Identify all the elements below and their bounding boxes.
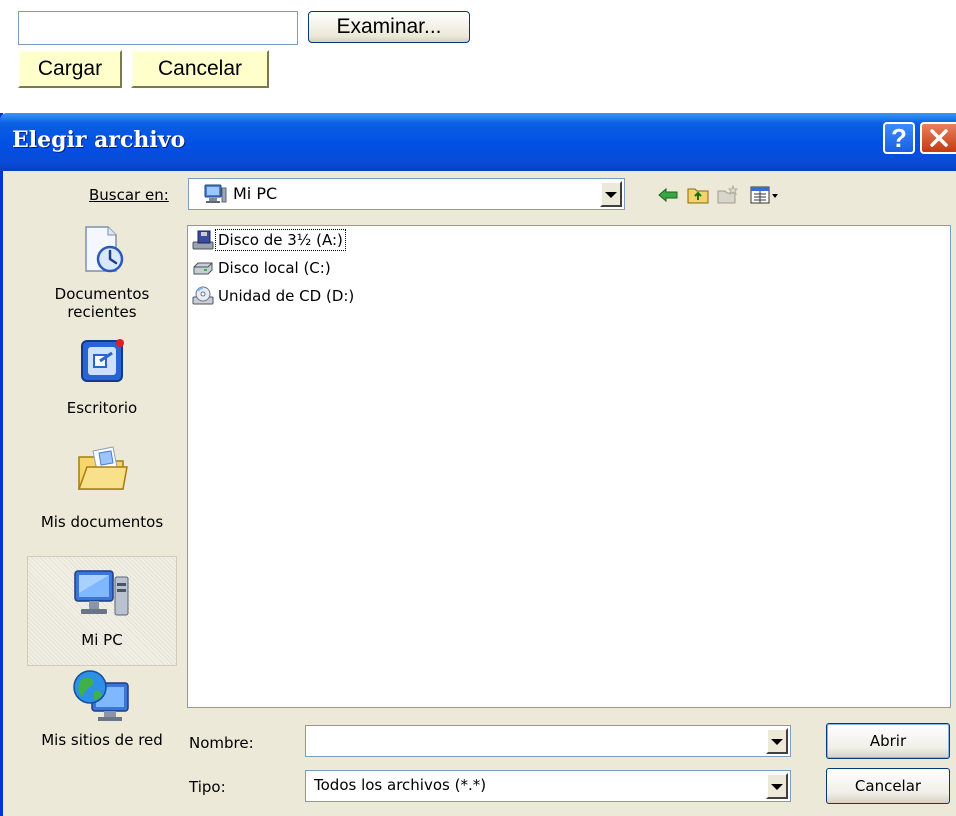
view-menu-icon <box>750 186 778 204</box>
filetype-dropdown[interactable]: Todos los archivos (*.*) <box>305 770 791 802</box>
my-computer-icon <box>204 184 227 203</box>
list-item[interactable]: Unidad de CD (D:) <box>192 286 356 306</box>
place-label: Mi PC <box>81 631 123 649</box>
dialog-cancel-button[interactable]: Cancelar <box>826 768 950 804</box>
place-my-computer[interactable]: Mi PC <box>27 556 177 666</box>
file-list[interactable]: Disco de 3½ (A:) Disco local (C:) Unidad… <box>187 225 951 708</box>
help-button[interactable]: ? <box>883 122 915 154</box>
cd-drive-icon <box>192 286 214 305</box>
open-button[interactable]: Abrir <box>826 723 950 759</box>
look-in-value: Mi PC <box>233 184 278 203</box>
browse-button[interactable]: Examinar... <box>308 11 470 43</box>
new-folder-button[interactable] <box>716 183 740 207</box>
filename-input[interactable] <box>305 725 791 757</box>
place-desktop[interactable]: Escritorio <box>28 335 176 425</box>
recent-documents-icon <box>85 226 124 273</box>
place-network[interactable]: Mis sitios de red <box>28 669 176 759</box>
floppy-drive-icon <box>192 230 214 250</box>
hard-drive-icon <box>193 262 213 275</box>
look-in-label: Buscar en: <box>89 186 169 204</box>
look-in-dropdown[interactable]: Mi PC <box>188 178 625 210</box>
list-item[interactable]: Disco local (C:) <box>192 258 333 278</box>
filetype-label: Tipo: <box>189 778 226 796</box>
filetype-value: Todos los archivos (*.*) <box>314 776 487 794</box>
filename-label: Nombre: <box>189 734 254 752</box>
dialog-titlebar[interactable]: Elegir archivo ? <box>0 113 956 171</box>
file-chooser-dialog: Elegir archivo ? Buscar en: Mi PC Docume… <box>0 113 956 816</box>
desktop-icon <box>81 339 124 382</box>
up-folder-button[interactable] <box>686 183 710 207</box>
dialog-title: Elegir archivo <box>12 127 186 153</box>
load-button[interactable]: Cargar <box>18 50 122 88</box>
form-cancel-button[interactable]: Cancelar <box>131 50 269 88</box>
filename-dropdown-arrow[interactable] <box>766 728 788 754</box>
my-documents-icon <box>77 446 128 490</box>
up-folder-icon <box>687 188 709 204</box>
file-path-input[interactable] <box>18 11 298 45</box>
place-my-documents[interactable]: Mis documentos <box>28 443 176 543</box>
close-icon <box>930 129 948 147</box>
place-label: Documentos <box>54 285 150 303</box>
my-computer-icon <box>74 570 129 616</box>
place-label-line2: recientes <box>67 303 137 321</box>
close-button[interactable] <box>920 122 956 154</box>
network-places-icon <box>73 670 129 721</box>
place-label: Mis sitios de red <box>41 731 163 749</box>
back-button[interactable] <box>656 183 680 207</box>
filetype-dropdown-arrow[interactable] <box>766 773 788 799</box>
place-label: Escritorio <box>66 399 138 417</box>
back-arrow-icon <box>658 187 678 203</box>
view-menu-button[interactable] <box>749 183 781 207</box>
look-in-dropdown-arrow[interactable] <box>600 181 622 207</box>
place-label: Mis documentos <box>40 513 164 531</box>
place-recent-documents[interactable]: Documentos recientes <box>28 223 176 328</box>
new-folder-icon <box>717 185 739 204</box>
list-item[interactable]: Disco de 3½ (A:) <box>192 229 346 251</box>
